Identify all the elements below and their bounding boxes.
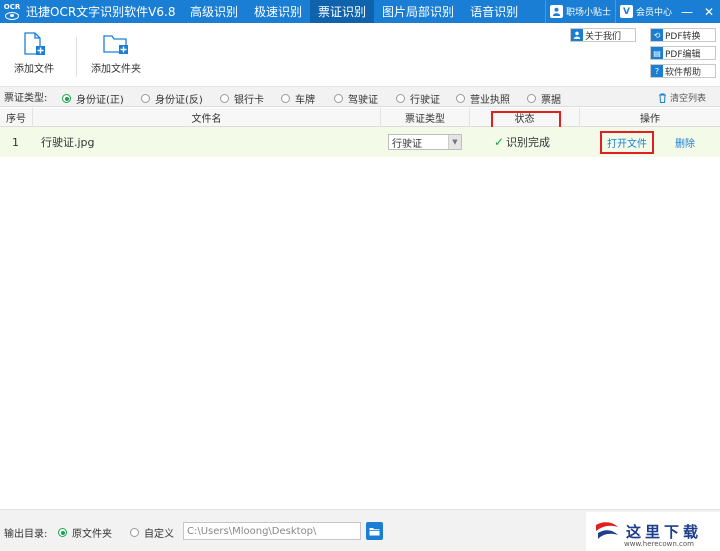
card-type-filter: 票证类型: 身份证(正) 身份证(反) 银行卡 车牌 驾驶证 行驶证 营业执照 …: [0, 87, 720, 107]
tab-voice-recognition[interactable]: 语音识别: [462, 0, 526, 23]
tab-advanced-recognition[interactable]: 高级识别: [182, 0, 246, 23]
user-icon: [549, 5, 563, 18]
browse-folder-button[interactable]: [366, 522, 383, 540]
table-header: 序号 文件名 票证类型 状态 操作: [0, 108, 720, 127]
tips-label: 职场小贴士: [565, 8, 611, 18]
pdf-convert-button[interactable]: ⟲ PDF转换: [650, 28, 716, 42]
member-center-label: 会员中心: [635, 8, 672, 18]
open-file-highlight-box: [600, 131, 654, 154]
trash-icon: [658, 93, 666, 103]
clear-list-button[interactable]: 清空列表: [658, 91, 706, 104]
pdf-edit-label: PDF编辑: [665, 49, 701, 60]
tips-button[interactable]: 职场小贴士: [544, 0, 615, 23]
output-dir-label: 输出目录:: [4, 529, 48, 540]
title-bar: OCR 迅捷OCR文字识别软件V6.8 高级识别 极速识别 票证识别 图片局部识…: [0, 0, 720, 23]
row-status: ✓ 识别完成: [494, 127, 550, 157]
check-icon: ✓: [494, 135, 505, 149]
header-card-type: 票证类型: [381, 108, 470, 127]
radio-selected-icon: [58, 528, 67, 537]
help-icon: ?: [651, 65, 663, 77]
app-title: 迅捷OCR文字识别软件V6.8: [26, 5, 176, 19]
folder-icon: [369, 527, 380, 535]
about-us-button[interactable]: 关于我们: [570, 28, 636, 42]
clear-list-label: 清空列表: [669, 94, 706, 104]
pdf-edit-icon: ▤: [651, 47, 663, 59]
add-file-button[interactable]: 添加文件: [14, 32, 54, 75]
row-card-type-select[interactable]: 行驶证 ▼: [388, 134, 462, 150]
toolbar-divider: [76, 37, 77, 77]
output-path-input[interactable]: [183, 522, 361, 540]
radio-id-back[interactable]: 身份证(反): [141, 91, 203, 106]
dropdown-arrow-icon: ▼: [448, 135, 461, 149]
radio-source-folder[interactable]: 原文件夹: [58, 525, 112, 540]
help-button[interactable]: ? 软件帮助: [650, 64, 716, 78]
radio-selected-icon: [62, 94, 71, 103]
radio-business-license[interactable]: 营业执照: [456, 91, 510, 106]
close-icon[interactable]: ✕: [698, 0, 720, 23]
header-actions: 操作: [640, 114, 660, 125]
watermark-logo-icon: [596, 521, 618, 539]
minimize-icon[interactable]: —: [676, 0, 698, 23]
row-filename: 行驶证.jpg: [41, 136, 95, 149]
about-us-label: 关于我们: [585, 31, 622, 42]
row-status-label: 识别完成: [506, 136, 551, 149]
radio-bank-card[interactable]: 银行卡: [220, 91, 264, 106]
card-type-label: 票证类型:: [4, 93, 48, 104]
add-folder-icon: [103, 35, 128, 54]
toolbar: 添加文件 添加文件夹 关于我们 ⟲ PDF转换 ▤ PDF编辑 ? 软件帮助: [0, 23, 720, 87]
row-card-type-value: 行驶证: [392, 138, 422, 150]
help-label: 软件帮助: [665, 67, 702, 78]
tab-fast-recognition[interactable]: 极速识别: [246, 0, 310, 23]
pdf-convert-label: PDF转换: [665, 31, 701, 42]
radio-custom-folder[interactable]: 自定义: [130, 525, 174, 540]
tab-partial-image-recognition[interactable]: 图片局部识别: [374, 0, 462, 23]
app-logo-icon: OCR: [2, 0, 22, 23]
delete-link[interactable]: 删除: [675, 127, 695, 157]
pdf-edit-button[interactable]: ▤ PDF编辑: [650, 46, 716, 60]
radio-receipt[interactable]: 票据: [527, 91, 561, 106]
watermark-text: 这里下载: [626, 523, 703, 541]
watermark-url: www.herecown.com: [624, 540, 694, 548]
watermark-logo: 这里下载 www.herecown.com: [586, 512, 720, 551]
header-index: 序号: [0, 108, 33, 127]
add-file-label: 添加文件: [14, 64, 54, 75]
header-filename: 文件名: [33, 108, 381, 127]
radio-id-front[interactable]: 身份证(正): [62, 91, 124, 106]
add-file-icon: [24, 32, 45, 55]
radio-driver-license[interactable]: 驾驶证: [334, 91, 378, 106]
member-center-button[interactable]: V 会员中心: [614, 0, 676, 23]
vip-icon: V: [619, 5, 633, 18]
row-index: 1: [12, 135, 19, 149]
delete-label: 删除: [675, 138, 695, 150]
radio-license-plate[interactable]: 车牌: [281, 91, 315, 106]
tab-card-recognition[interactable]: 票证识别: [310, 0, 375, 23]
radio-vehicle-license[interactable]: 行驶证: [396, 91, 440, 106]
add-folder-label: 添加文件夹: [91, 64, 141, 75]
person-icon: [571, 29, 583, 41]
pdf-convert-icon: ⟲: [651, 29, 663, 41]
add-folder-button[interactable]: 添加文件夹: [91, 32, 141, 75]
